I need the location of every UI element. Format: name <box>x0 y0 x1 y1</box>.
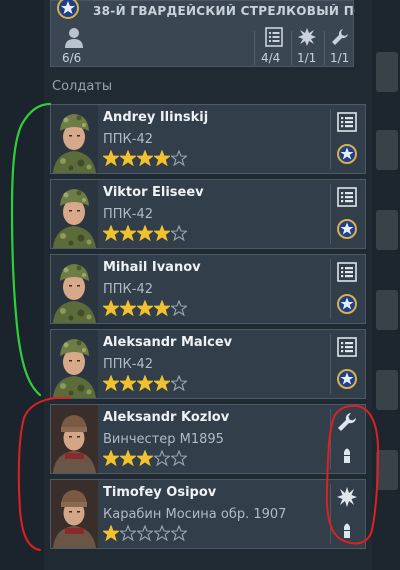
soldier-rank-stars <box>103 450 188 466</box>
right-panel-edge <box>372 0 400 570</box>
soldier-rank-stars <box>103 300 188 316</box>
soldier-rank-stars <box>103 150 188 166</box>
star-empty-icon <box>171 225 187 241</box>
squad-name: 38-Й ГВАРДЕЙСКИЙ СТРЕЛКОВЫЙ ПОЛК <box>93 4 355 18</box>
star-filled-icon <box>137 225 153 241</box>
stat-explosion-value: 1/1 <box>297 51 317 65</box>
list-action-icon[interactable] <box>336 261 358 283</box>
soldier-weapon: ППК-42 <box>103 132 154 147</box>
stat-list-icon <box>261 27 287 47</box>
star-filled-icon <box>154 225 170 241</box>
star-empty-icon <box>171 150 187 166</box>
star-empty-icon <box>171 450 187 466</box>
medal-action-icon[interactable] <box>336 143 358 165</box>
soldier-weapon: ППК-42 <box>103 357 154 372</box>
medal-action-icon[interactable] <box>336 368 358 390</box>
squad-emblem-icon <box>57 0 79 19</box>
stat-wrench-value: 1/1 <box>330 51 350 65</box>
soldier-portrait <box>51 255 98 323</box>
star-filled-icon <box>120 225 136 241</box>
star-filled-icon <box>120 150 136 166</box>
soldier-card[interactable]: Aleksandr Malcev ППК-42 <box>50 329 366 399</box>
stat-explosion-icon <box>294 27 320 47</box>
soldier-card[interactable]: Timofey Osipov Карабин Мосина обр. 1907 <box>50 479 366 549</box>
soldier-rank-stars <box>103 525 188 541</box>
soldier-name: Timofey Osipov <box>103 485 217 500</box>
soldier-card[interactable]: Viktor Eliseev ППК-42 <box>50 179 366 249</box>
soldier-rank-stars <box>103 225 188 241</box>
soldier-portrait <box>51 330 98 398</box>
star-filled-icon <box>137 150 153 166</box>
bullet-action-icon[interactable] <box>336 443 358 465</box>
list-action-icon[interactable] <box>336 111 358 133</box>
star-filled-icon <box>103 150 119 166</box>
star-filled-icon <box>154 150 170 166</box>
medal-action-icon[interactable] <box>336 218 358 240</box>
star-filled-icon <box>137 300 153 316</box>
soldier-count-icon <box>65 28 83 48</box>
star-filled-icon <box>120 300 136 316</box>
soldier-name: Andrey Ilinskij <box>103 110 209 125</box>
bullet-action-icon[interactable] <box>336 518 358 540</box>
soldier-portrait <box>51 105 98 173</box>
soldier-card[interactable]: Andrey Ilinskij ППК-42 <box>50 104 366 174</box>
explosion-action-icon[interactable] <box>336 486 358 508</box>
soldier-card[interactable]: Aleksandr Kozlov Винчестер M1895 <box>50 404 366 474</box>
soldier-rank-stars <box>103 375 188 391</box>
stat-wrench-icon <box>327 27 353 47</box>
star-filled-icon <box>120 450 136 466</box>
star-filled-icon <box>120 375 136 391</box>
star-filled-icon <box>103 375 119 391</box>
star-empty-icon <box>154 450 170 466</box>
star-filled-icon <box>103 225 119 241</box>
soldier-weapon: ППК-42 <box>103 282 154 297</box>
soldier-weapon: Карабин Мосина обр. 1907 <box>103 507 287 522</box>
soldier-weapon: ППК-42 <box>103 207 154 222</box>
left-background <box>0 0 44 570</box>
squad-header[interactable]: 38-Й ГВАРДЕЙСКИЙ СТРЕЛКОВЫЙ ПОЛК 6/6 4/4… <box>50 0 355 67</box>
star-filled-icon <box>137 375 153 391</box>
list-action-icon[interactable] <box>336 336 358 358</box>
list-action-icon[interactable] <box>336 186 358 208</box>
soldiers-section-label: Солдаты <box>52 79 113 94</box>
star-filled-icon <box>103 300 119 316</box>
stat-list-value: 4/4 <box>261 51 281 65</box>
wrench-action-icon[interactable] <box>336 411 358 433</box>
soldier-portrait <box>51 405 98 473</box>
star-empty-icon <box>171 300 187 316</box>
soldier-weapon: Винчестер M1895 <box>103 432 224 447</box>
soldier-card[interactable]: Mihail Ivanov ППК-42 <box>50 254 366 324</box>
star-empty-icon <box>171 375 187 391</box>
star-filled-icon <box>137 450 153 466</box>
soldier-portrait <box>51 180 98 248</box>
star-filled-icon <box>154 300 170 316</box>
star-filled-icon <box>103 525 119 541</box>
star-empty-icon <box>154 525 170 541</box>
soldier-count: 6/6 <box>62 51 82 65</box>
soldier-name: Viktor Eliseev <box>103 185 204 200</box>
soldier-portrait <box>51 480 98 548</box>
star-filled-icon <box>103 450 119 466</box>
star-filled-icon <box>154 375 170 391</box>
star-empty-icon <box>137 525 153 541</box>
star-empty-icon <box>120 525 136 541</box>
soldier-name: Aleksandr Kozlov <box>103 410 230 425</box>
soldier-name: Aleksandr Malcev <box>103 335 233 350</box>
medal-action-icon[interactable] <box>336 293 358 315</box>
star-empty-icon <box>171 525 187 541</box>
soldier-name: Mihail Ivanov <box>103 260 201 275</box>
